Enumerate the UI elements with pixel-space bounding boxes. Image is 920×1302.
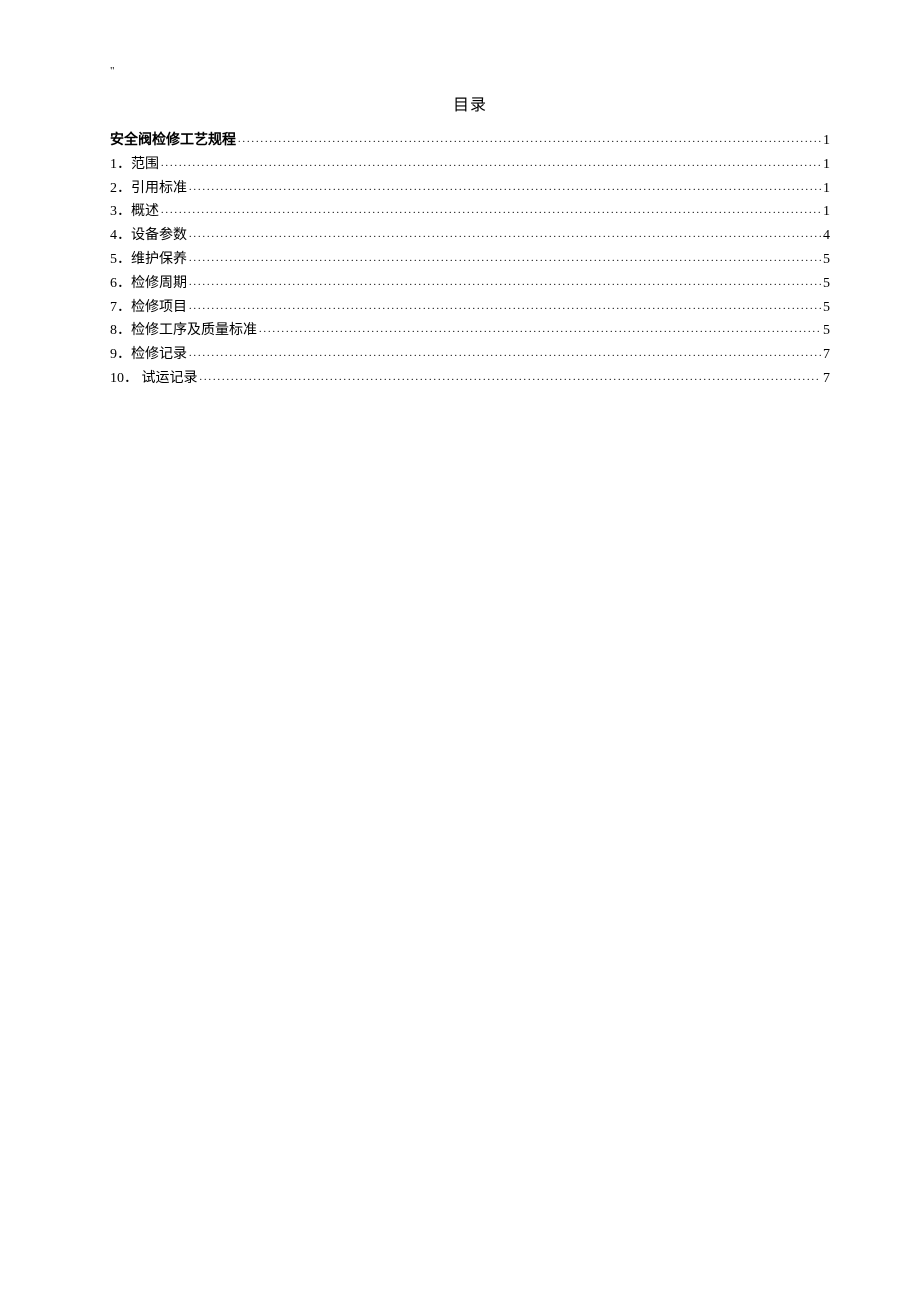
toc-item: 6．检修周期 5 xyxy=(110,272,830,296)
toc-item-label: 8．检修工序及质量标准 xyxy=(110,319,257,343)
toc-item-page: 5 xyxy=(823,272,830,296)
toc-item-label: 2．引用标准 xyxy=(110,177,187,201)
toc-dots xyxy=(189,298,821,315)
toc-item-page: 5 xyxy=(823,296,830,320)
toc-item: 7．检修项目 5 xyxy=(110,296,830,320)
toc-item: 3．概述 1 xyxy=(110,200,830,224)
toc-dots xyxy=(189,250,821,267)
toc-dots xyxy=(189,226,821,243)
toc-item: 1．范围 1 xyxy=(110,153,830,177)
toc-item-label: 4．设备参数 xyxy=(110,224,187,248)
toc-item-label: 10． 试运记录 xyxy=(110,367,198,391)
toc-item-page: 1 xyxy=(823,153,830,177)
toc-item-label: 1．范围 xyxy=(110,153,159,177)
toc-item-page: 1 xyxy=(823,129,830,153)
toc-item-page: 7 xyxy=(823,367,830,391)
header-mark: " xyxy=(110,65,830,77)
toc-item: 安全阀检修工艺规程 1 xyxy=(110,129,830,153)
toc-dots xyxy=(189,179,821,196)
toc-dots xyxy=(238,131,821,148)
toc-item-label: 7．检修项目 xyxy=(110,296,187,320)
toc-item: 10． 试运记录 7 xyxy=(110,367,830,391)
toc-item-page: 5 xyxy=(823,319,830,343)
toc-item-label: 安全阀检修工艺规程 xyxy=(110,129,236,153)
toc-item-page: 1 xyxy=(823,200,830,224)
toc-dots xyxy=(161,202,821,219)
toc-item-page: 1 xyxy=(823,177,830,201)
toc-dots xyxy=(161,155,821,172)
toc-dots xyxy=(200,369,822,386)
document-page: " 目录 安全阀检修工艺规程11．范围12．引用标准13．概述14．设备参数45… xyxy=(0,0,920,471)
toc-item: 8．检修工序及质量标准 5 xyxy=(110,319,830,343)
toc-item-page: 7 xyxy=(823,343,830,367)
toc-item: 4．设备参数 4 xyxy=(110,224,830,248)
toc-dots xyxy=(189,345,821,362)
toc-item-label: 3．概述 xyxy=(110,200,159,224)
toc-item-label: 5．维护保养 xyxy=(110,248,187,272)
toc-dots xyxy=(189,274,821,291)
toc-list: 安全阀检修工艺规程11．范围12．引用标准13．概述14．设备参数45．维护保养… xyxy=(110,129,830,391)
toc-item: 9．检修记录 7 xyxy=(110,343,830,367)
toc-dots xyxy=(259,321,821,338)
toc-title: 目录 xyxy=(110,91,830,115)
toc-item-label: 6．检修周期 xyxy=(110,272,187,296)
toc-item: 2．引用标准 1 xyxy=(110,177,830,201)
toc-item: 5．维护保养 5 xyxy=(110,248,830,272)
toc-item-page: 4 xyxy=(823,224,830,248)
toc-item-label: 9．检修记录 xyxy=(110,343,187,367)
toc-item-page: 5 xyxy=(823,248,830,272)
